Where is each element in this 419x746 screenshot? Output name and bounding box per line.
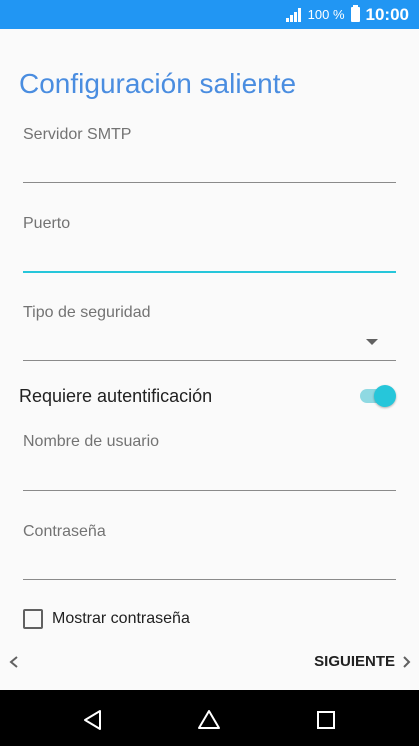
- show-password-checkbox[interactable]: [23, 609, 43, 629]
- clock: 10:00: [365, 4, 409, 24]
- show-password-label: Mostrar contraseña: [52, 610, 190, 627]
- home-icon[interactable]: [197, 708, 221, 732]
- smtp-server-field[interactable]: Servidor SMTP: [23, 126, 396, 184]
- username-label: Nombre de usuario: [23, 433, 160, 450]
- port-label: Puerto: [23, 215, 71, 232]
- toggle-thumb: [374, 385, 396, 407]
- password-label: Contraseña: [23, 523, 106, 540]
- wizard-nav: SIGUIENTE: [0, 648, 419, 676]
- chevron-left-icon[interactable]: [8, 654, 20, 670]
- show-password-row[interactable]: Mostrar contraseña: [23, 608, 190, 630]
- username-field[interactable]: Nombre de usuario: [23, 433, 396, 493]
- username-underline: [23, 490, 396, 491]
- next-button-label: SIGUIENTE: [314, 653, 395, 670]
- security-type-underline: [23, 360, 396, 361]
- next-button[interactable]: SIGUIENTE: [314, 653, 411, 670]
- system-nav-bar: [0, 690, 419, 746]
- signal-icon: [285, 7, 301, 22]
- port-field[interactable]: Puerto: [23, 215, 396, 275]
- smtp-server-underline: [23, 182, 396, 183]
- auth-toggle-row: Requiere autentificación: [19, 384, 396, 408]
- security-type-dropdown[interactable]: Tipo de seguridad: [23, 304, 396, 362]
- status-bar: 100 % 10:00: [0, 0, 419, 29]
- battery-icon: [350, 5, 360, 22]
- auth-toggle-label: Requiere autentificación: [19, 386, 213, 406]
- recents-icon[interactable]: [314, 708, 338, 732]
- password-field[interactable]: Contraseña: [23, 523, 396, 583]
- page-title: Configuración saliente: [19, 68, 297, 99]
- status-indicators: 100 % 10:00: [285, 0, 409, 29]
- back-triangle-icon[interactable]: [81, 708, 105, 732]
- dropdown-arrow-icon: [366, 339, 378, 345]
- chevron-right-icon: [403, 655, 411, 668]
- security-type-label: Tipo de seguridad: [23, 304, 151, 321]
- battery-percent: 100 %: [307, 7, 345, 22]
- port-underline-active: [23, 271, 396, 273]
- auth-toggle-switch[interactable]: [358, 384, 396, 408]
- password-underline: [23, 579, 396, 580]
- smtp-server-label: Servidor SMTP: [23, 126, 132, 143]
